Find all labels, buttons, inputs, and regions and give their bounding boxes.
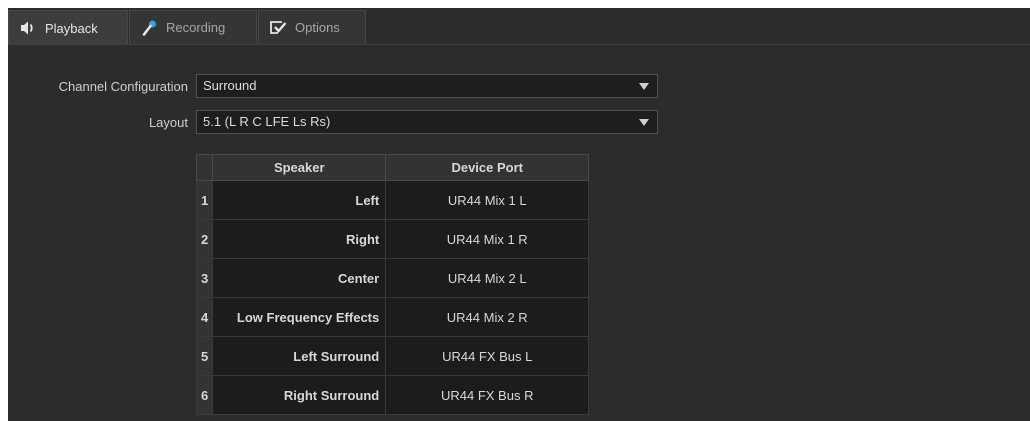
checkbox-options-icon <box>269 19 287 37</box>
speaker-cell: Low Frequency Effects <box>212 297 387 337</box>
device-port-cell[interactable]: UR44 FX Bus R <box>385 375 590 415</box>
row-index: 3 <box>195 258 214 298</box>
device-port-cell[interactable]: UR44 Mix 1 R <box>385 219 590 259</box>
speaker-cell: Left Surround <box>212 336 387 376</box>
dropdown-arrow-icon <box>639 119 649 126</box>
index-header <box>195 154 214 181</box>
device-port-cell[interactable]: UR44 FX Bus L <box>385 336 590 376</box>
tab-recording-label: Recording <box>166 20 226 35</box>
channel-configuration-value: Surround <box>203 78 257 93</box>
layout-label: Layout <box>148 115 188 130</box>
speaker-cell: Center <box>212 258 387 298</box>
table-row[interactable]: 1 Left UR44 Mix 1 L <box>195 180 590 220</box>
tab-options[interactable]: Options <box>258 10 366 44</box>
row-index: 5 <box>195 336 214 376</box>
audio-connections-panel: Playback Recording Options Channel Confi… <box>8 8 1030 421</box>
tab-playback[interactable]: Playback <box>8 10 128 45</box>
device-port-cell[interactable]: UR44 Mix 1 L <box>385 180 590 220</box>
channel-configuration-select[interactable]: Surround <box>196 74 658 98</box>
speaker-icon <box>19 19 37 37</box>
table-row[interactable]: 5 Left Surround UR44 FX Bus L <box>195 336 590 376</box>
speaker-column-header: Speaker <box>212 154 387 181</box>
tab-options-label: Options <box>295 20 340 35</box>
speaker-port-table: Speaker Device Port 1 Left UR44 Mix 1 L … <box>195 154 590 415</box>
table-row[interactable]: 2 Right UR44 Mix 1 R <box>195 219 590 259</box>
table-row[interactable]: 4 Low Frequency Effects UR44 Mix 2 R <box>195 297 590 337</box>
tab-playback-label: Playback <box>45 20 98 36</box>
row-index: 6 <box>195 375 214 415</box>
layout-select[interactable]: 5.1 (L R C LFE Ls Rs) <box>196 110 658 134</box>
speaker-cell: Right Surround <box>212 375 387 415</box>
app-window: Playback Recording Options Channel Confi… <box>0 0 1030 421</box>
device-port-cell[interactable]: UR44 Mix 2 L <box>385 258 590 298</box>
tab-bar: Playback Recording Options <box>8 8 1030 45</box>
row-index: 4 <box>195 297 214 337</box>
row-index: 1 <box>195 180 214 220</box>
microphone-icon <box>140 19 158 37</box>
tab-recording[interactable]: Recording <box>129 10 257 44</box>
row-index: 2 <box>195 219 214 259</box>
layout-value: 5.1 (L R C LFE Ls Rs) <box>203 114 331 129</box>
table-row[interactable]: 3 Center UR44 Mix 2 L <box>195 258 590 298</box>
table-row[interactable]: 6 Right Surround UR44 FX Bus R <box>195 375 590 415</box>
channel-configuration-label: Channel Configuration <box>58 79 188 94</box>
table-header-row: Speaker Device Port <box>195 154 590 181</box>
device-port-cell[interactable]: UR44 Mix 2 R <box>385 297 590 337</box>
speaker-cell: Left <box>212 180 387 220</box>
speaker-cell: Right <box>212 219 387 259</box>
device-port-column-header: Device Port <box>385 154 590 181</box>
dropdown-arrow-icon <box>639 83 649 90</box>
